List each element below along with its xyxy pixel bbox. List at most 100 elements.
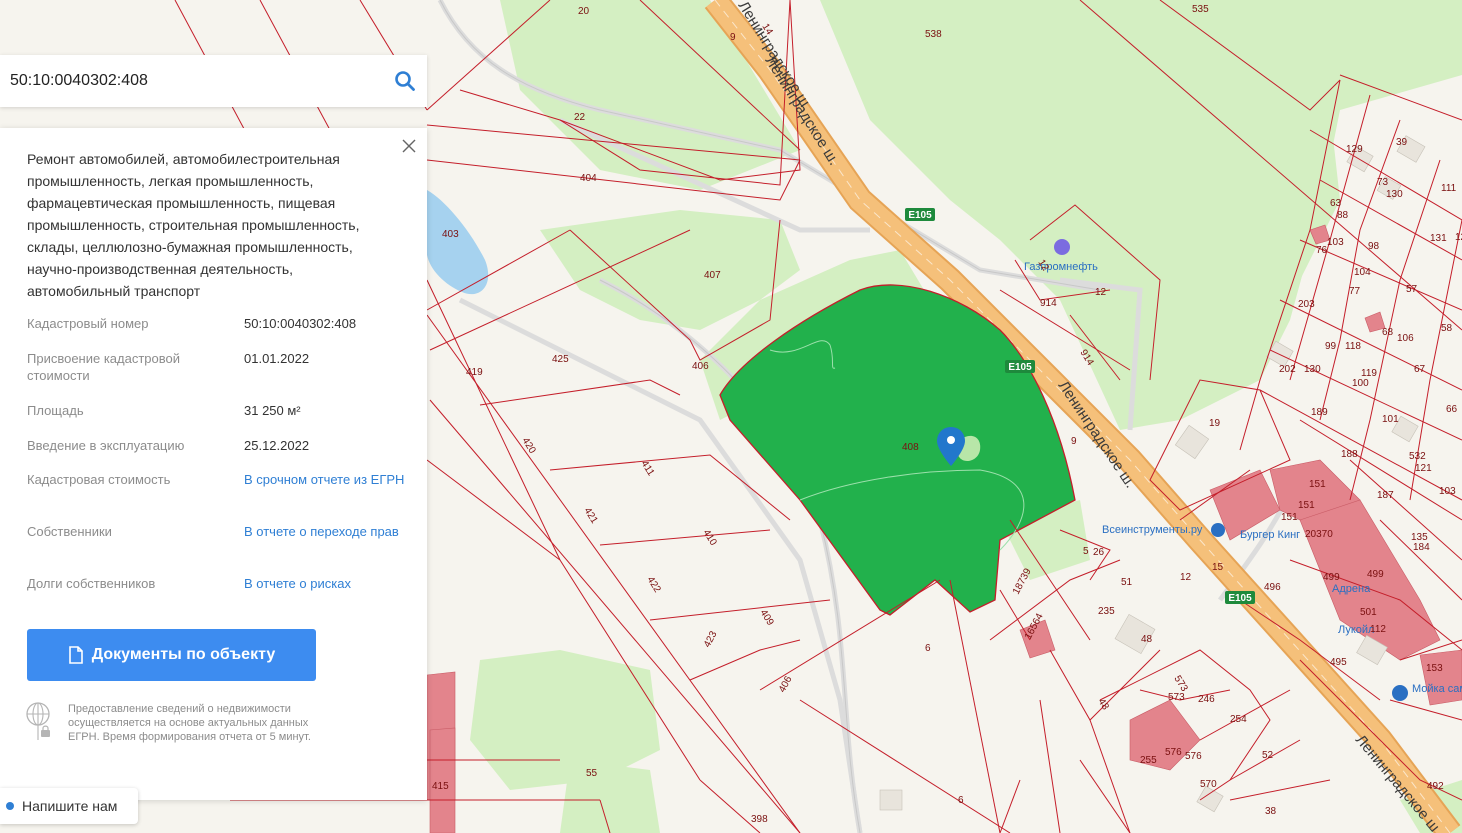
parcel-number-label: 129: [1346, 144, 1363, 155]
parcel-number-label: 77: [1349, 286, 1361, 297]
parcel-number-label: 20: [578, 6, 590, 17]
parcel-number-label: 67: [1414, 364, 1426, 375]
parcel-number-label: 99: [1325, 341, 1337, 352]
online-indicator-icon: [6, 802, 14, 810]
parcel-info-panel: Ремонт автомобилей, автомобилестроительн…: [0, 128, 427, 800]
parcel-number-label: 532: [1409, 451, 1426, 462]
parcel-number-label: 246: [1198, 694, 1215, 705]
route-badge-1: E105: [905, 208, 935, 221]
poi-adrena[interactable]: Адрена: [1332, 583, 1371, 595]
parcel-number-label: 103: [1327, 237, 1344, 248]
poi-lukoil[interactable]: Лукойл: [1338, 624, 1374, 636]
parcel-number-label: 68: [1382, 327, 1394, 338]
map-viewport[interactable]: E105 E105 E105 Ленинградское ш. Ленингра…: [0, 0, 1462, 833]
parcel-number-label: 118: [1345, 341, 1361, 352]
parcel-number-label: 26: [1093, 547, 1105, 558]
row-label: Кадастровый номер: [27, 316, 149, 331]
parcel-number-label: 58: [1441, 323, 1453, 334]
globe-lock-icon: [26, 702, 50, 740]
search-input[interactable]: [0, 61, 383, 101]
parcel-number-label: 187: [1377, 490, 1394, 501]
parcel-number-label: 12: [1095, 287, 1107, 298]
parcel-number-label: 188: [1341, 449, 1358, 460]
parcel-number-label: 127: [1455, 232, 1462, 243]
parcel-number-label: 5: [1083, 546, 1089, 557]
parcel-number-label: 19: [1209, 418, 1221, 429]
parcel-number-label: 88: [1337, 210, 1349, 221]
chat-label: Напишите нам: [22, 798, 118, 814]
permitted-use-description: Ремонт автомобилей, автомобилестроительн…: [27, 151, 360, 299]
parcel-number-label: 235: [1098, 606, 1115, 617]
search-button[interactable]: [383, 59, 427, 103]
parcel-number-label: 9: [1071, 436, 1077, 447]
row-label: Долги собственников: [27, 576, 156, 591]
parcel-number-label: 130: [1304, 364, 1321, 375]
parcel-number-label: 73: [1377, 177, 1389, 188]
parcel-number-label: 495: [1330, 657, 1347, 668]
svg-text:E105: E105: [1008, 362, 1032, 373]
document-icon: [68, 646, 83, 664]
row-label: Собственники: [27, 524, 112, 539]
parcel-number-label: 254: [1230, 714, 1247, 725]
parcel-number-label: 103: [1439, 486, 1456, 497]
parcel-number-label: 38: [1265, 806, 1277, 817]
parcel-number-label: 573: [1168, 692, 1185, 703]
parcel-number-label: 501: [1360, 607, 1377, 618]
row-value: 31 250 м²: [244, 403, 301, 418]
parcel-number-label: 255: [1140, 755, 1157, 766]
row-value: 25.12.2022: [244, 438, 310, 453]
parcel-number-label: 106: [1397, 333, 1414, 344]
parcel-number-label: 404: [580, 173, 597, 184]
parcel-number-label: 151: [1281, 512, 1298, 523]
parcel-number-label: 48: [1141, 634, 1153, 645]
parcel-number-label: 184: [1413, 542, 1430, 553]
parcel-number-label: 151: [1309, 479, 1326, 490]
parcel-number-label: 408: [902, 442, 919, 453]
parcel-number-label: 57: [1406, 284, 1418, 295]
search-icon: [395, 71, 415, 91]
parcel-number-label: 499: [1323, 572, 1340, 583]
parcel-number-label: 538: [925, 29, 942, 40]
data-source-note: Предоставление сведений о недвижимости о…: [68, 703, 311, 743]
svg-text:E105: E105: [1228, 593, 1252, 604]
documents-button[interactable]: Документы по объекту: [27, 629, 316, 681]
parcel-number-label: 9: [730, 32, 736, 43]
parcel-number-label: 576: [1185, 751, 1202, 762]
parcel-number-label: 121: [1415, 463, 1432, 474]
parcel-number-label: 570: [1200, 779, 1217, 790]
svg-text:Лукойл: Лукойл: [1338, 624, 1374, 636]
owner-debts-link[interactable]: В отчете о рисках: [244, 575, 414, 592]
parcel-number-label: 119: [1361, 368, 1377, 379]
documents-button-label: Документы по объекту: [91, 646, 276, 663]
parcel-number-label: 98: [1368, 241, 1380, 252]
parcel-number-label: 403: [442, 229, 459, 240]
route-badge-3: E105: [1225, 591, 1255, 604]
parcel-number-label: 425: [552, 354, 569, 365]
close-icon[interactable]: [399, 136, 419, 156]
cadastral-value-link[interactable]: В срочном отчете из ЕГРН: [244, 471, 414, 488]
parcel-number-label: 104: [1354, 267, 1371, 278]
owners-link[interactable]: В отчете о переходе прав: [244, 523, 414, 540]
parcel-number-label: 101: [1382, 414, 1399, 425]
parcel-number-label: 76: [1316, 245, 1328, 256]
row-label: Площадь: [27, 403, 84, 418]
parcel-number-label: 398: [751, 814, 768, 825]
route-badge-2: E105: [1005, 360, 1035, 373]
parcel-number-label: 151: [1298, 500, 1315, 511]
parcel-number-label: 499: [1367, 569, 1384, 580]
parcel-number-label: 100: [1352, 378, 1369, 389]
parcel-number-label: 12: [1180, 572, 1192, 583]
svg-text:Адрена: Адрена: [1332, 583, 1371, 595]
parcel-number-label: 203: [1298, 299, 1315, 310]
parcel-number-label: 15: [1212, 562, 1224, 573]
parcel-number-label: 535: [1192, 4, 1209, 15]
row-label: Кадастровая стоимость: [27, 472, 171, 487]
parcel-number-label: 6: [958, 795, 964, 806]
parcel-number-label: 406: [692, 361, 709, 372]
poi-burger-king[interactable]: Бургер Кинг: [1240, 529, 1300, 541]
chat-widget[interactable]: Напишите нам: [0, 788, 138, 824]
parcel-number-label: 39: [1396, 137, 1408, 148]
parcel-number-label: 51: [1121, 577, 1133, 588]
parcel-number-label: 6: [925, 643, 931, 654]
parcel-number-label: 63: [1330, 198, 1342, 209]
